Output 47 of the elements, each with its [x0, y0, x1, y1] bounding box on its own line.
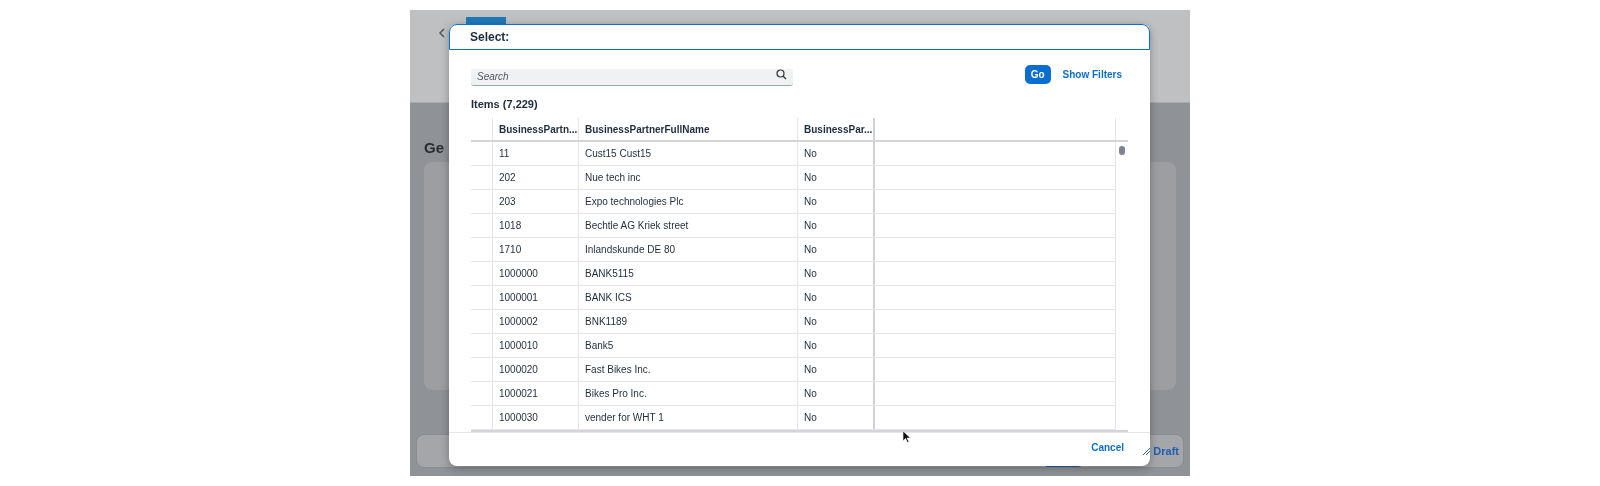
table-cell: No	[797, 310, 875, 334]
table-cell: BNK1189	[578, 310, 797, 334]
table-cell: 1018	[492, 214, 578, 238]
table-cell: 202	[492, 166, 578, 190]
table-cell: 11	[492, 142, 578, 166]
column-header[interactable]: BusinessPartn...	[492, 118, 578, 141]
table-cell: 203	[492, 190, 578, 214]
table-cell: No	[797, 214, 875, 238]
search-field[interactable]: Search	[471, 68, 793, 86]
table-cell: Bikes Pro Inc.	[578, 382, 797, 406]
table-cell: BANK ICS	[578, 286, 797, 310]
go-button[interactable]: Go	[1024, 65, 1051, 85]
table-cell: 1000020	[492, 358, 578, 382]
table-cell: BANK5115	[578, 262, 797, 286]
table-cell: 1000000	[492, 262, 578, 286]
table-cell: No	[797, 262, 875, 286]
table-cell: No	[797, 334, 875, 358]
show-filters-button[interactable]: Show Filters	[1060, 67, 1124, 83]
table-cell: No	[797, 382, 875, 406]
dialog-title: Select:	[470, 30, 510, 45]
table-cell: No	[797, 190, 875, 214]
table-cell: Nue tech inc	[578, 166, 797, 190]
table-cell: 1000010	[492, 334, 578, 358]
table-cell: No	[797, 238, 875, 262]
column-header[interactable]: BusinessPartnerFullName	[578, 118, 797, 141]
table-cell: No	[797, 406, 875, 430]
table-cell: Fast Bikes Inc.	[578, 358, 797, 382]
table-cell: No	[797, 142, 875, 166]
cancel-button[interactable]: Cancel	[1089, 440, 1126, 456]
table-cell: Expo technologies Plc	[578, 190, 797, 214]
column-header[interactable]: BusinessPar...	[797, 118, 875, 141]
table-cell: Cust15 Cust15	[578, 142, 797, 166]
table-cell: Bechtle AG Kriek street	[578, 214, 797, 238]
table-cell: 1000002	[492, 310, 578, 334]
table-cell: 1000001	[492, 286, 578, 310]
table-cell: No	[797, 358, 875, 382]
table-cell: No	[797, 166, 875, 190]
table-cell: 1710	[492, 238, 578, 262]
table-cell: Inlandskunde DE 80	[578, 238, 797, 262]
draft-label: Draft	[1153, 445, 1179, 457]
table-cell: vender for WHT 1	[578, 406, 797, 430]
table-cell: Bank5	[578, 334, 797, 358]
table-cell: No	[797, 286, 875, 310]
table-cell: 1000030	[492, 406, 578, 430]
items-heading: Items (7,229)	[471, 98, 539, 111]
section-heading: Ge	[424, 139, 444, 156]
table-cell: 1000021	[492, 382, 578, 406]
